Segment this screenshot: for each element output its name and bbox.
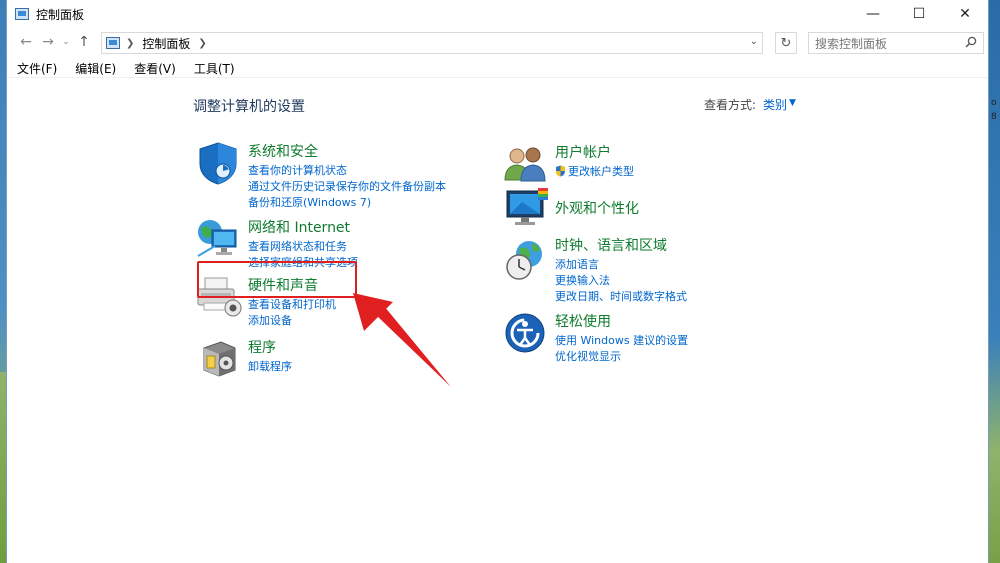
category-link[interactable]: 查看设备和打印机 [248,297,336,313]
up-arrow-icon[interactable]: ↑ [73,31,95,53]
programs-box-icon[interactable] [199,336,239,378]
menu-edit[interactable]: 编辑(E) [74,58,123,77]
desktop-text: o 8 [991,98,997,122]
category-user-accounts: 用户帐户 更改帐户类型 [555,142,634,180]
ease-of-access-icon[interactable] [504,312,546,354]
window-title: 控制面板 [36,7,85,22]
category-programs: 程序 卸载程序 [248,337,292,375]
desktop-background [989,0,1000,563]
annotation-arrow [353,293,451,387]
category-title[interactable]: 外观和个性化 [555,198,639,218]
category-title[interactable]: 程序 [248,337,292,357]
breadcrumb-control-panel[interactable]: 控制面板 [142,35,190,52]
maximize-button[interactable]: ☐ [896,0,942,28]
view-by-caret-icon[interactable]: ▼ [789,98,796,108]
monitor-icon[interactable] [504,186,550,230]
category-link[interactable]: 卸载程序 [248,359,292,375]
control-panel-icon [15,8,29,20]
category-link[interactable]: 备份和还原(Windows 7) [248,195,446,211]
category-link[interactable]: 优化视觉显示 [555,349,688,365]
baidu-watermark: Bai du 经验 jingyan.baidu.com [762,462,972,529]
category-link[interactable]: 更改帐户类型 [555,164,634,180]
refresh-icon[interactable]: ↻ [775,32,797,54]
address-dropdown-chevron-icon[interactable]: ⌄ [750,36,758,47]
menu-view[interactable]: 查看(V) [133,58,183,77]
category-link[interactable]: 查看网络状态和任务 [248,239,358,255]
category-title[interactable]: 时钟、语言和区域 [555,235,687,255]
search-icon[interactable] [965,36,977,48]
watermark-logo: Bai du 经验 [762,470,972,510]
category-clock-language: 时钟、语言和区域 添加语言 更换输入法 更改日期、时间或数字格式 [555,235,687,305]
category-title[interactable]: 系统和安全 [248,141,446,161]
window-controls: — ☐ ✕ [850,0,988,28]
category-link[interactable]: 通过文件历史记录保存你的文件备份副本 [248,179,446,195]
menu-tools[interactable]: 工具(T) [193,58,242,77]
category-system-security: 系统和安全 查看你的计算机状态 通过文件历史记录保存你的文件备份副本 备份和还原… [248,141,446,211]
view-by-dropdown[interactable]: 类别 [763,96,787,113]
category-link-label[interactable]: 更改帐户类型 [568,165,634,178]
back-arrow-icon[interactable]: ← [15,31,37,53]
category-ease-of-access: 轻松使用 使用 Windows 建议的设置 优化视觉显示 [555,311,688,365]
breadcrumb-chevron-icon[interactable]: ❯ [198,38,206,49]
watermark-url: jingyan.baidu.com [768,513,915,529]
category-link[interactable]: 更改日期、时间或数字格式 [555,289,687,305]
menu-file[interactable]: 文件(F) [16,58,64,77]
category-link[interactable]: 添加设备 [248,313,336,329]
address-bar[interactable]: ❯ 控制面板 ❯ ⌄ [101,32,763,54]
view-by-label: 查看方式: [704,98,757,112]
category-title[interactable]: 网络和 Internet [248,217,358,237]
highlight-annotation-box [197,261,357,298]
menu-bar: 文件(F) 编辑(E) 查看(V) 工具(T) [7,58,988,78]
uac-shield-icon [556,165,565,177]
minimize-button[interactable]: — [850,0,896,28]
category-title[interactable]: 轻松使用 [555,311,688,331]
breadcrumb-chevron-icon[interactable]: ❯ [126,38,134,49]
clock-globe-icon[interactable] [503,237,549,283]
search-input[interactable]: 搜索控制面板 [808,32,984,54]
control-panel-icon [106,37,120,49]
category-title[interactable]: 用户帐户 [555,142,634,162]
network-globe-icon[interactable] [195,214,241,260]
shield-icon[interactable] [195,140,241,186]
search-placeholder: 搜索控制面板 [815,36,888,51]
category-link[interactable]: 查看你的计算机状态 [248,163,446,179]
forward-arrow-icon[interactable]: → [37,31,59,53]
page-title: 调整计算机的设置 [193,99,305,115]
category-appearance: 外观和个性化 [555,198,639,220]
recent-locations-chevron-icon[interactable]: ⌄ [59,31,73,53]
category-link[interactable]: 使用 Windows 建议的设置 [555,333,688,349]
users-icon[interactable] [503,144,549,184]
title-bar[interactable]: 控制面板 — ☐ ✕ [7,0,988,28]
close-button[interactable]: ✕ [942,0,988,28]
category-link[interactable]: 更换输入法 [555,273,687,289]
category-link[interactable]: 添加语言 [555,257,687,273]
